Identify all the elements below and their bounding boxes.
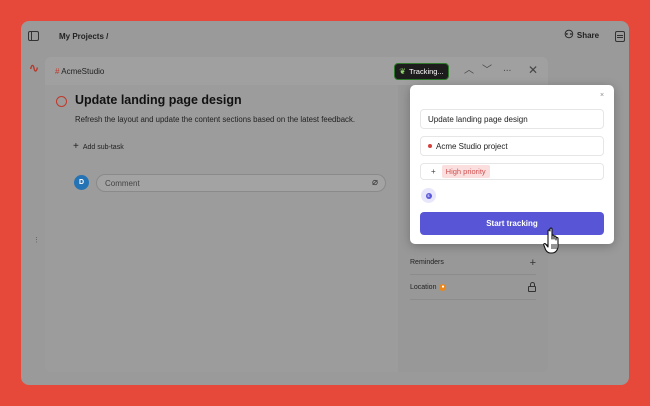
paperclip-icon[interactable]: ⌀ [372, 177, 378, 188]
comment-input[interactable]: Comment ⌀ [96, 174, 386, 192]
priority-tag[interactable]: High priority [441, 165, 490, 178]
task-name-value: Update landing page design [428, 114, 528, 124]
project-tag[interactable]: # AcmeStudio [55, 67, 104, 76]
lock-icon [528, 282, 536, 292]
project-color-dot [428, 144, 432, 148]
project-select[interactable]: Acme Studio project [420, 136, 604, 156]
location-label: Location [410, 284, 437, 291]
panel-icon[interactable] [615, 31, 625, 42]
sidebar-toggle-icon[interactable] [28, 31, 39, 41]
leaf-icon: ❦ [399, 67, 406, 76]
plus-icon: + [73, 141, 79, 152]
chevron-up-icon[interactable]: ︿ [464, 64, 474, 78]
more-icon[interactable]: ∙∙∙ [503, 64, 511, 78]
hash-icon: # [55, 67, 60, 76]
modal-header: # AcmeStudio ❦ Tracking... ︿ ﹀ ∙∙∙ ✕ [45, 57, 548, 85]
project-tag-label: AcmeStudio [61, 67, 105, 76]
location-row[interactable]: Location ● [410, 276, 536, 300]
add-subtask-label: Add sub-task [82, 143, 124, 151]
tracking-popover: × Update landing page design Acme Studio… [410, 85, 614, 244]
add-subtask-button[interactable]: + Add sub-task [73, 141, 124, 152]
project-name-value: Acme Studio project [436, 141, 508, 151]
close-icon[interactable]: × [600, 92, 604, 99]
tags-field[interactable]: + High priority [420, 163, 604, 180]
top-bar: My Projects / ⚇ Share [21, 21, 629, 53]
close-icon[interactable]: ✕ [528, 63, 538, 77]
billable-toggle[interactable]: $ [421, 188, 436, 203]
comment-placeholder: Comment [105, 179, 140, 188]
share-icon: ⚇ [564, 29, 574, 41]
task-title[interactable]: Update landing page design [75, 93, 242, 107]
reminders-label: Reminders [410, 259, 444, 266]
avatar: D [74, 175, 89, 190]
task-description[interactable]: Refresh the layout and update the conten… [75, 115, 355, 124]
tracking-label: Tracking... [408, 67, 444, 76]
app-logo-icon: ∿ [29, 61, 40, 75]
start-tracking-button[interactable]: Start tracking [420, 212, 604, 235]
sidebar-resize-handle[interactable]: ⋮ [33, 236, 40, 244]
task-name-field[interactable]: Update landing page design [420, 109, 604, 129]
tracking-button[interactable]: ❦ Tracking... [394, 63, 449, 80]
hand-cursor-icon [543, 227, 559, 254]
billable-icon: $ [425, 192, 432, 199]
breadcrumb[interactable]: My Projects / [59, 32, 108, 41]
share-label: Share [576, 31, 600, 40]
location-icon: ● [439, 284, 447, 291]
task-complete-checkbox[interactable] [56, 96, 67, 107]
chevron-down-icon[interactable]: ﹀ [482, 64, 492, 78]
add-tag-icon[interactable]: + [431, 167, 436, 176]
share-button[interactable]: ⚇ Share [564, 30, 599, 41]
reminders-row[interactable]: Reminders + [410, 251, 536, 275]
add-reminder-icon[interactable]: + [530, 257, 536, 269]
